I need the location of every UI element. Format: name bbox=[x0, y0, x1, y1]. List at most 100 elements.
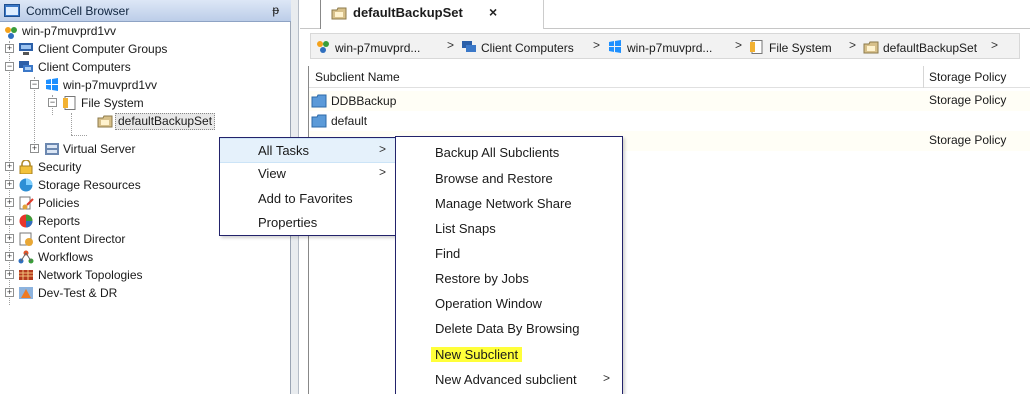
tree-node-label: win-p7muvprd1vv bbox=[63, 78, 158, 92]
menu-item-label: Delete Data By Browsing bbox=[435, 321, 580, 336]
context-menu: All Tasks > View > Add to Favorites Prop… bbox=[219, 137, 397, 236]
tree-node-label: Storage Resources bbox=[38, 178, 141, 192]
menu-item-browse-and-restore[interactable]: Browse and Restore bbox=[396, 167, 622, 192]
column-divider[interactable] bbox=[923, 66, 924, 88]
submenu-arrow-icon: > bbox=[378, 165, 386, 179]
file-system-icon bbox=[63, 96, 76, 110]
breadcrumb-separator: > bbox=[849, 38, 857, 52]
expand-plus-icon[interactable]: + bbox=[5, 234, 14, 243]
breadcrumb-label: Client Computers bbox=[481, 41, 574, 55]
menu-item-label: Restore by Jobs bbox=[435, 271, 529, 286]
table-row[interactable]: default bbox=[309, 111, 1030, 131]
breadcrumb-item-client-computers[interactable]: Client Computers bbox=[461, 38, 574, 55]
cell-storage-policy: Storage Policy bbox=[929, 93, 1007, 107]
computer-group-icon bbox=[19, 43, 33, 55]
collapse-minus-icon[interactable]: − bbox=[30, 80, 39, 89]
breadcrumb-separator: > bbox=[735, 38, 743, 52]
storage-resources-icon bbox=[19, 178, 33, 192]
menu-item-add-to-favorites[interactable]: Add to Favorites bbox=[220, 187, 396, 212]
breadcrumb-item-commcell[interactable]: win-p7muvprd... bbox=[315, 38, 420, 55]
tab-title: defaultBackupSet bbox=[353, 5, 463, 20]
tree-node-label: win-p7muvprd1vv bbox=[22, 24, 117, 38]
expand-plus-icon[interactable]: + bbox=[5, 180, 14, 189]
breadcrumb-item-file-system[interactable]: File System bbox=[749, 38, 832, 55]
close-tab-icon[interactable]: × bbox=[489, 4, 497, 20]
menu-item-label: List Snaps bbox=[435, 221, 496, 236]
expand-plus-icon[interactable]: + bbox=[5, 198, 14, 207]
backupset-icon bbox=[863, 41, 879, 54]
menu-item-label: Manage Network Share bbox=[435, 196, 572, 211]
menu-item-label: Add to Favorites bbox=[258, 191, 353, 206]
virtual-server-icon bbox=[45, 143, 59, 155]
expand-plus-icon[interactable]: + bbox=[5, 270, 14, 279]
windows-client-icon bbox=[609, 40, 621, 53]
commcell-browser-title: CommCell Browser bbox=[26, 4, 130, 18]
commcell-icon bbox=[5, 27, 17, 39]
breadcrumb-item-client[interactable]: win-p7muvprd... bbox=[607, 38, 712, 55]
network-topologies-icon bbox=[19, 270, 33, 280]
menu-item-label: Operation Window bbox=[435, 296, 542, 311]
menu-item-delete-data-by-browsing[interactable]: Delete Data By Browsing bbox=[396, 317, 622, 342]
breadcrumb-item-backupset[interactable]: defaultBackupSet bbox=[863, 38, 977, 55]
collapse-minus-icon[interactable]: − bbox=[5, 62, 14, 71]
submenu-arrow-icon: > bbox=[378, 142, 386, 156]
cell-subclient-name: DDBBackup bbox=[331, 94, 397, 108]
commcell-browser-title-bar: CommCell Browser ᵽ bbox=[0, 0, 291, 22]
tree-node-label: Client Computer Groups bbox=[38, 42, 168, 56]
table-row[interactable]: DDBBackup Storage Policy bbox=[309, 91, 1030, 111]
tree-node-label: Virtual Server bbox=[63, 142, 136, 156]
tree-node-label: Content Director bbox=[38, 232, 126, 246]
expand-plus-icon[interactable]: + bbox=[30, 144, 39, 153]
subclient-folder-icon bbox=[311, 94, 327, 108]
expand-plus-icon[interactable]: + bbox=[5, 162, 14, 171]
subclient-folder-icon bbox=[311, 114, 327, 128]
expand-plus-icon[interactable]: + bbox=[5, 288, 14, 297]
breadcrumb-label: win-p7muvprd... bbox=[335, 41, 421, 55]
commcell-browser-icon bbox=[4, 4, 20, 17]
column-header-storage-policy[interactable]: Storage Policy bbox=[929, 70, 1006, 84]
lock-icon bbox=[19, 160, 33, 174]
backupset-icon bbox=[331, 7, 347, 20]
tree-node-label: Client Computers bbox=[38, 60, 131, 74]
commcell-icon bbox=[317, 41, 329, 53]
dev-test-dr-icon bbox=[19, 287, 33, 299]
expand-plus-icon[interactable]: + bbox=[5, 216, 14, 225]
tree-node-label-selected: defaultBackupSet bbox=[115, 113, 216, 130]
menu-item-new-subclient[interactable]: New Subclient bbox=[396, 343, 622, 368]
menu-item-view[interactable]: View > bbox=[220, 162, 396, 187]
breadcrumb-separator: > bbox=[593, 38, 601, 52]
tab-default-backupset[interactable]: defaultBackupSet × bbox=[320, 0, 544, 29]
reports-pie-icon bbox=[19, 214, 33, 228]
menu-item-restore-by-jobs[interactable]: Restore by Jobs bbox=[396, 267, 622, 292]
submenu-arrow-icon: > bbox=[602, 371, 610, 385]
tree-node-label: File System bbox=[81, 96, 144, 110]
tree-node-label: Network Topologies bbox=[38, 268, 143, 282]
collapse-minus-icon[interactable]: − bbox=[48, 98, 57, 107]
menu-item-all-tasks[interactable]: All Tasks > bbox=[220, 138, 396, 163]
menu-item-find[interactable]: Find bbox=[396, 242, 622, 267]
menu-item-properties[interactable]: Properties bbox=[220, 211, 396, 236]
grid-header: Subclient Name Storage Policy bbox=[309, 66, 1030, 88]
tree-node-label: Reports bbox=[38, 214, 81, 228]
all-tasks-submenu: Backup All Subclients Browse and Restore… bbox=[395, 136, 623, 394]
cell-subclient-name: default bbox=[331, 114, 368, 128]
cell-storage-policy: Storage Policy bbox=[929, 133, 1007, 147]
menu-item-label: Backup All Subclients bbox=[435, 145, 560, 160]
client-computers-icon bbox=[19, 61, 33, 72]
menu-item-manage-network-share[interactable]: Manage Network Share bbox=[396, 192, 622, 217]
menu-item-new-advanced-subclient[interactable]: New Advanced subclient > bbox=[396, 368, 622, 393]
menu-item-list-snaps[interactable]: List Snaps bbox=[396, 217, 622, 242]
menu-item-backup-all-subclients[interactable]: Backup All Subclients bbox=[396, 141, 622, 166]
tree-node-label: Dev-Test & DR bbox=[38, 286, 118, 300]
menu-item-label: All Tasks bbox=[258, 143, 310, 158]
tab-bar: defaultBackupSet × bbox=[300, 0, 1030, 29]
column-header-subclient-name[interactable]: Subclient Name bbox=[315, 70, 400, 84]
breadcrumb-label: File System bbox=[769, 41, 832, 55]
workflows-icon bbox=[18, 250, 34, 264]
expand-plus-icon[interactable]: + bbox=[5, 44, 14, 53]
menu-item-label: New Advanced subclient bbox=[435, 372, 577, 387]
pin-icon[interactable]: ᵽ bbox=[272, 3, 279, 17]
menu-item-operation-window[interactable]: Operation Window bbox=[396, 292, 622, 317]
tree-node-label: Workflows bbox=[38, 250, 94, 264]
expand-plus-icon[interactable]: + bbox=[5, 252, 14, 261]
